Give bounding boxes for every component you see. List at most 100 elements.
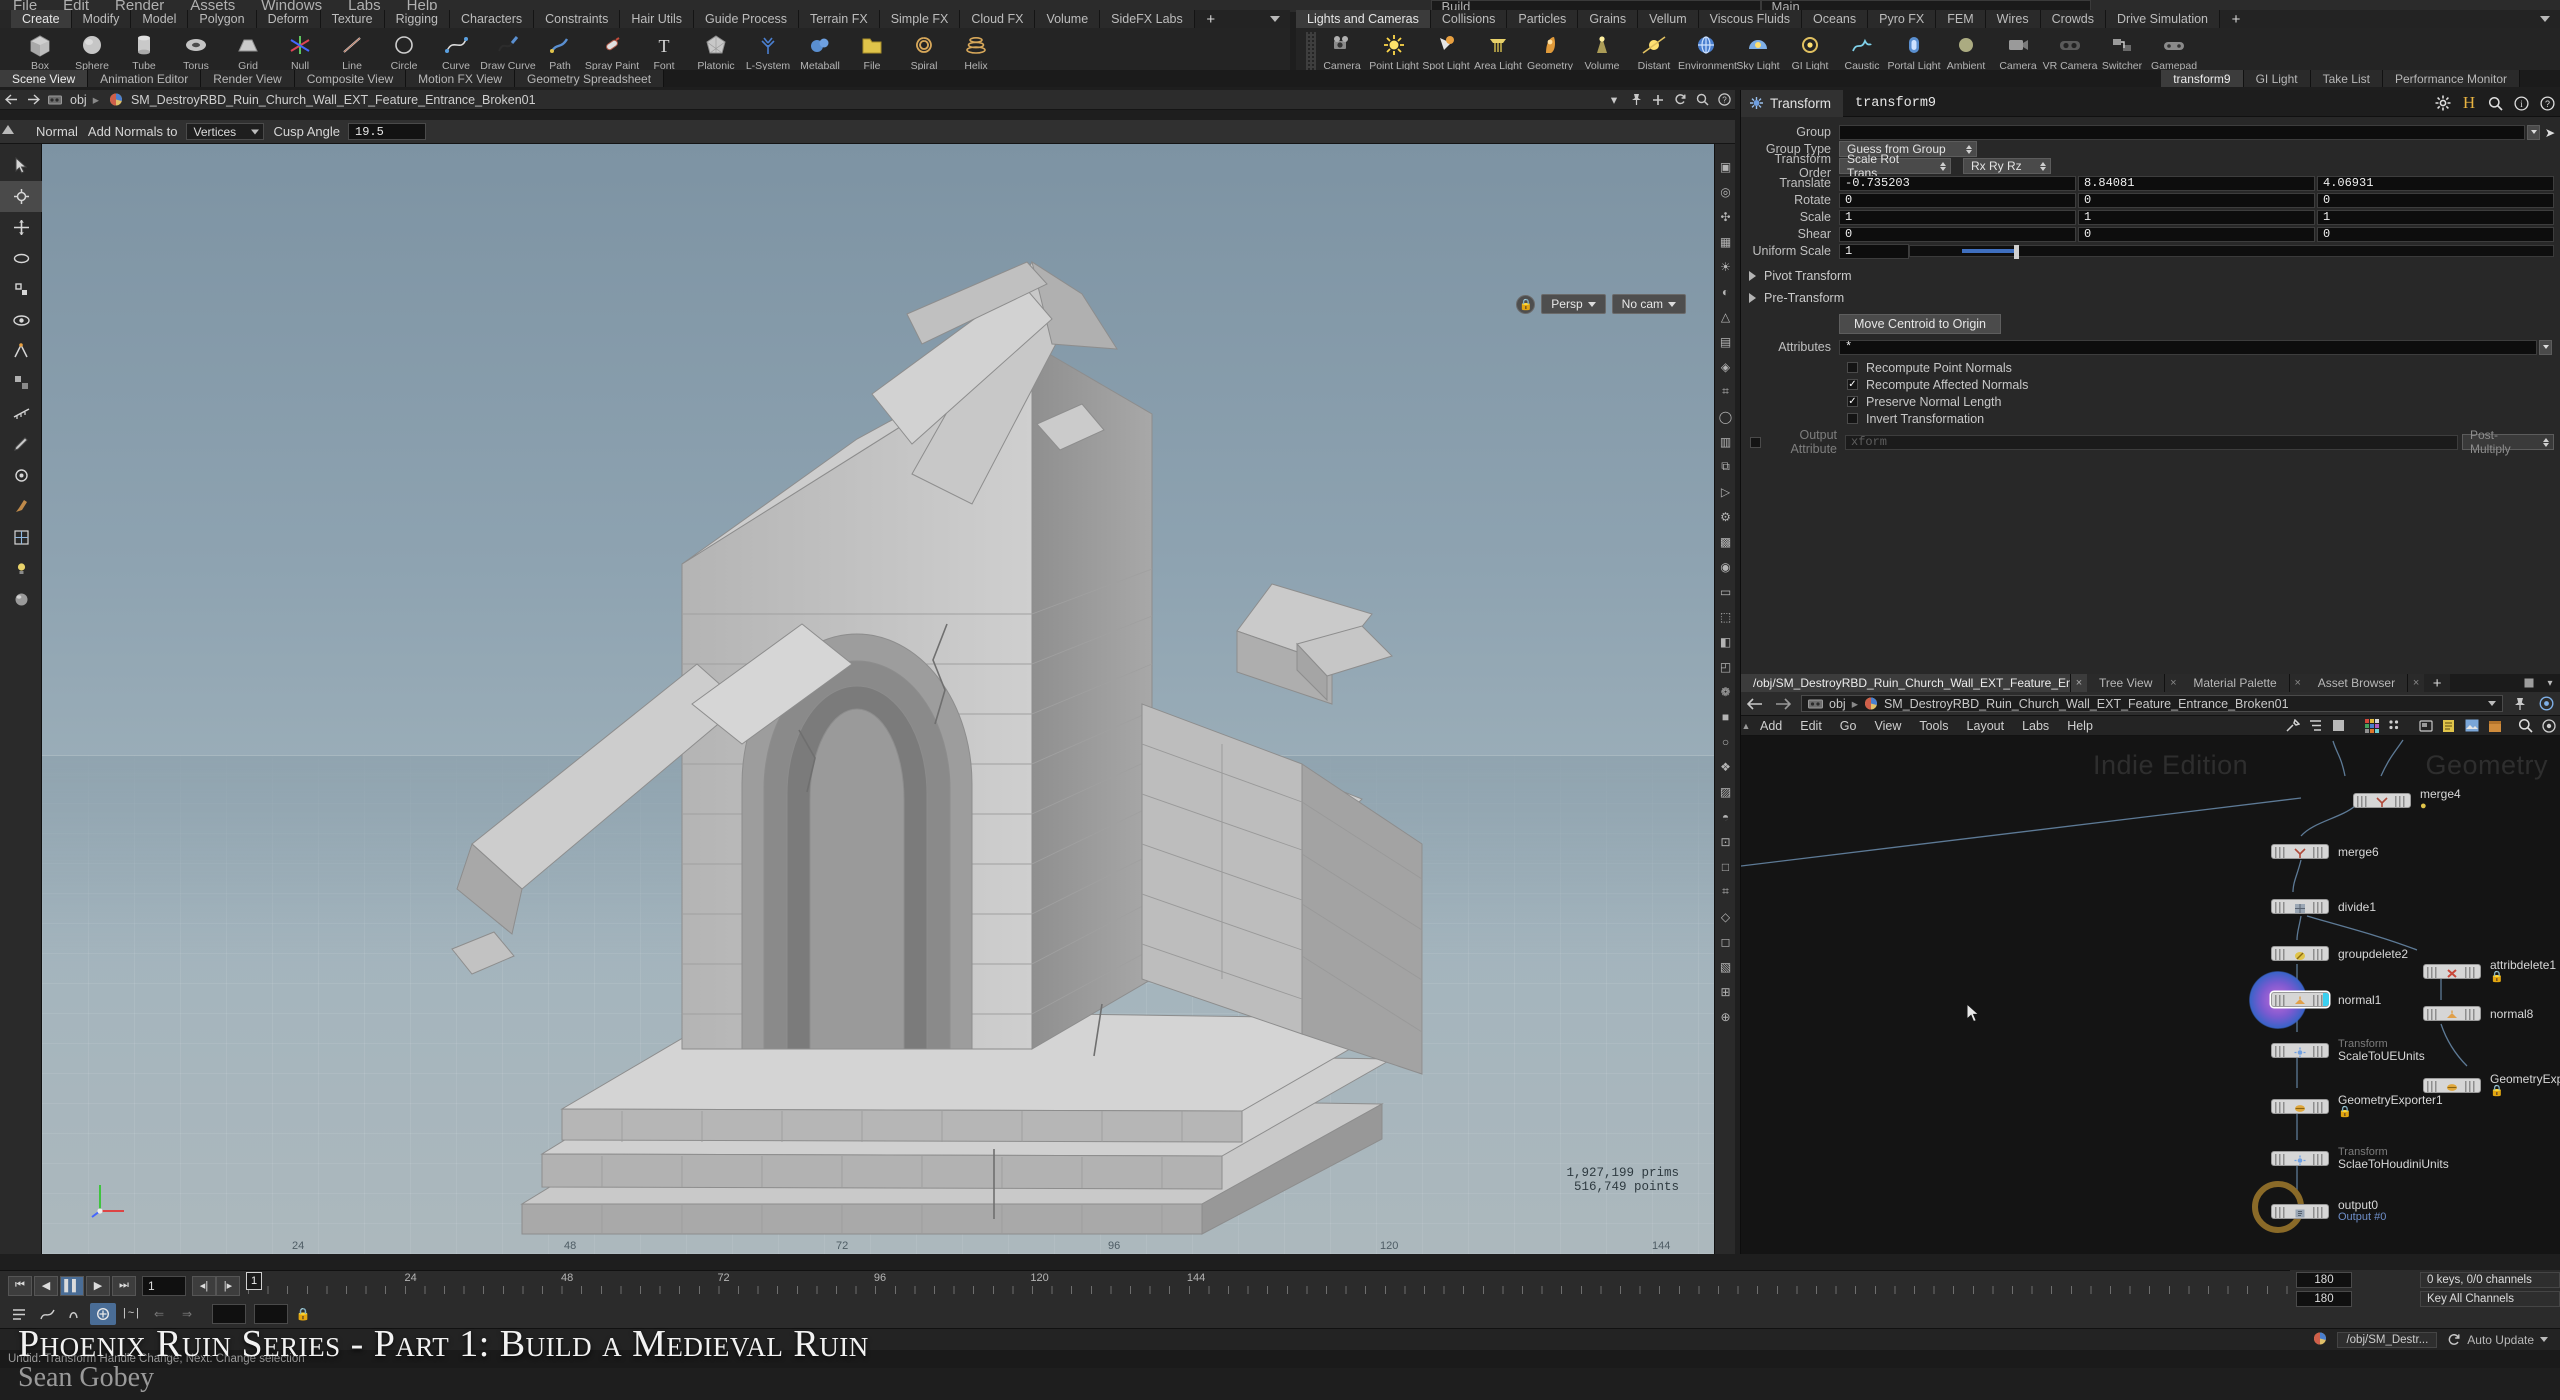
shelf-tab-terrain-fx[interactable]: Terrain FX [799,10,880,28]
pane-tab-performance-monitor[interactable]: Performance Monitor [2382,70,2520,87]
ruin-model-3d[interactable] [42,144,1714,1254]
package-icon[interactable] [2483,716,2506,736]
checkbox-box-recompute-affected-normals[interactable]: ✓ [1847,379,1858,390]
display-option-icon-25[interactable]: ▨ [1715,779,1736,804]
network-breadcrumb-obj[interactable]: obj [1829,697,1846,711]
shelf-item-line[interactable]: Line [326,28,378,71]
shelf-tab-particles[interactable]: Particles [1507,10,1579,28]
network-scroll-up-icon[interactable]: ▲ [1741,721,1751,731]
image-background-icon[interactable] [2460,716,2483,736]
magnifier-icon-param[interactable] [2482,90,2508,117]
shelf-add-tab-button-right[interactable]: + [2220,10,2253,28]
shelf-item-gi-light[interactable]: GI Light [1784,28,1836,71]
shelf-item-l-system[interactable]: L-System [742,28,794,71]
shelf-tab-texture[interactable]: Texture [320,10,385,28]
shear-y[interactable]: 0 [2078,226,2315,242]
checkbox-preserve-normal-length[interactable]: ✓ Preserve Normal Length [1741,393,2560,410]
network-breadcrumb-node[interactable]: SM_DestroyRBD_Ruin_Church_Wall_EXT_Featu… [1884,697,2482,711]
tool-options-bar[interactable]: Normal Add Normals to Vertices Cusp Angl… [0,120,1735,144]
tools-wrench-icon[interactable] [2281,716,2304,736]
pane-tab-take-list[interactable]: Take List [2310,70,2383,87]
shelf-tab-lights-and-cameras[interactable]: Lights and Cameras [1296,10,1431,28]
network-tab-close-icon-1[interactable]: × [2165,674,2182,692]
shelf-item-grid[interactable]: Grid [222,28,274,71]
help-icon-param[interactable]: ? [2534,90,2560,117]
network-node-scaletoueunits[interactable]: Transform ScaleToUEUnits [2271,1038,2425,1062]
shelf-item-portal-light[interactable]: Portal Light [1887,28,1941,71]
display-option-icon-31[interactable]: ◻ [1715,929,1736,954]
shelf-item-circle[interactable]: Circle [378,28,430,71]
cusp-angle-field[interactable]: 19.5 [348,123,426,140]
shelf-tab-create[interactable]: Create [11,10,72,28]
shear-x[interactable]: 0 [1839,226,2076,242]
display-option-icon-2[interactable]: ✣ [1715,204,1736,229]
display-option-icon-4[interactable]: ☀ [1715,254,1736,279]
forward-arrow-icon[interactable] [22,91,44,109]
parameter-node-type[interactable]: Transform [1741,89,1844,117]
display-option-icon-12[interactable]: ⧉ [1715,454,1736,479]
node-body[interactable] [2271,1203,2329,1219]
checkbox-recompute-affected-normals[interactable]: ✓ Recompute Affected Normals [1741,376,2560,393]
measure-tool-icon[interactable] [0,398,42,429]
shelf-tab-drive-simulation[interactable]: Drive Simulation [2106,10,2221,28]
shelf-item-sky-light[interactable]: Sky Light [1732,28,1784,71]
rotate-x[interactable]: 0 [1839,192,2076,208]
shelf-item-spot-light[interactable]: Spot Light [1420,28,1472,71]
display-option-icon-16[interactable]: ◉ [1715,554,1736,579]
network-path-field[interactable]: obj ▸ SM_DestroyRBD_Ruin_Church_Wall_EXT… [1801,695,2503,712]
network-tab-asset-browser[interactable]: Asset Browser [2305,674,2409,692]
shelf-item-null[interactable]: Null [274,28,326,71]
network-menu-add[interactable]: Add [1751,719,1791,733]
material-tool-icon[interactable] [0,584,42,615]
frame-step-back-button[interactable]: ◂| [192,1275,216,1296]
network-node-output0[interactable]: output0 Output #0 [2252,1181,2386,1233]
pane-tab-bar[interactable]: Scene View Animation Editor Render View … [0,70,2560,87]
shelf-tab-vellum[interactable]: Vellum [1638,10,1699,28]
shelf-item-sphere[interactable]: Sphere [66,28,118,71]
snap-tool-icon[interactable] [0,336,42,367]
network-node-groupdelete2[interactable]: groupdelete2 [2271,946,2408,961]
uniform-scale-field[interactable]: 1 [1839,243,1909,259]
display-option-icon-26[interactable]: ◓ [1715,804,1736,829]
node-body[interactable] [2271,899,2329,914]
shelf-item-font[interactable]: T Font [638,28,690,71]
play-forward-button[interactable]: ▶ [86,1275,110,1296]
shelf-add-tab-button[interactable]: + [1194,10,1227,28]
translate-y[interactable]: 8.84081 [2078,175,2315,191]
network-menu-go[interactable]: Go [1831,719,1866,733]
shelf-tab-hair-utils[interactable]: Hair Utils [620,10,695,28]
shelf-item-camera[interactable]: Camera [1316,28,1368,71]
shelf-tab-grains[interactable]: Grains [1578,10,1639,28]
display-option-icon-13[interactable]: ▷ [1715,479,1736,504]
display-option-icon-22[interactable]: ■ [1715,704,1736,729]
network-back-button[interactable] [1741,697,1769,710]
checkbox-box-invert-transformation[interactable] [1847,413,1858,424]
rotate-z[interactable]: 0 [2317,192,2554,208]
shear-z[interactable]: 0 [2317,226,2554,242]
node-body[interactable] [2271,946,2329,961]
pane-tab-menu-right[interactable] [2520,70,2560,87]
shelf-item-torus[interactable]: Torus [170,28,222,71]
network-menu-layout[interactable]: Layout [1958,719,2014,733]
jump-to-end-button[interactable]: ⏭ [112,1275,136,1296]
network-node-geometryexporter5[interactable]: GeometryExporter5🔒 [2423,1073,2560,1097]
network-breadcrumb-bar[interactable]: obj ▸ SM_DestroyRBD_Ruin_Church_Wall_EXT… [1741,692,2560,716]
display-option-icon-9[interactable]: ⌗ [1715,379,1736,404]
display-option-icon-8[interactable]: ◈ [1715,354,1736,379]
attributes-field[interactable]: * [1839,339,2537,355]
shelf-item-spray-paint[interactable]: Spray Paint [585,28,639,71]
shelf-tab-pyro-fx[interactable]: Pyro FX [1868,10,1937,28]
shelf-tab-collisions[interactable]: Collisions [1430,10,1508,28]
help-icon-vp[interactable]: ? [1713,91,1735,109]
node-body[interactable] [2353,792,2411,808]
post-multiply-spinner[interactable] [2543,437,2549,447]
color-palette-icon[interactable] [2360,716,2383,736]
step-back-button[interactable]: ◀ [34,1275,58,1296]
shelf-item-draw-curve[interactable]: Draw Curve [480,28,536,71]
group-type-spinner[interactable] [1966,144,1972,154]
pin-icon[interactable] [1625,91,1647,109]
uv-tool-icon[interactable] [0,522,42,553]
display-option-icon-0[interactable]: ▣ [1715,154,1736,179]
rotate-y[interactable]: 0 [2078,192,2315,208]
scale-x[interactable]: 1 [1839,209,2076,225]
